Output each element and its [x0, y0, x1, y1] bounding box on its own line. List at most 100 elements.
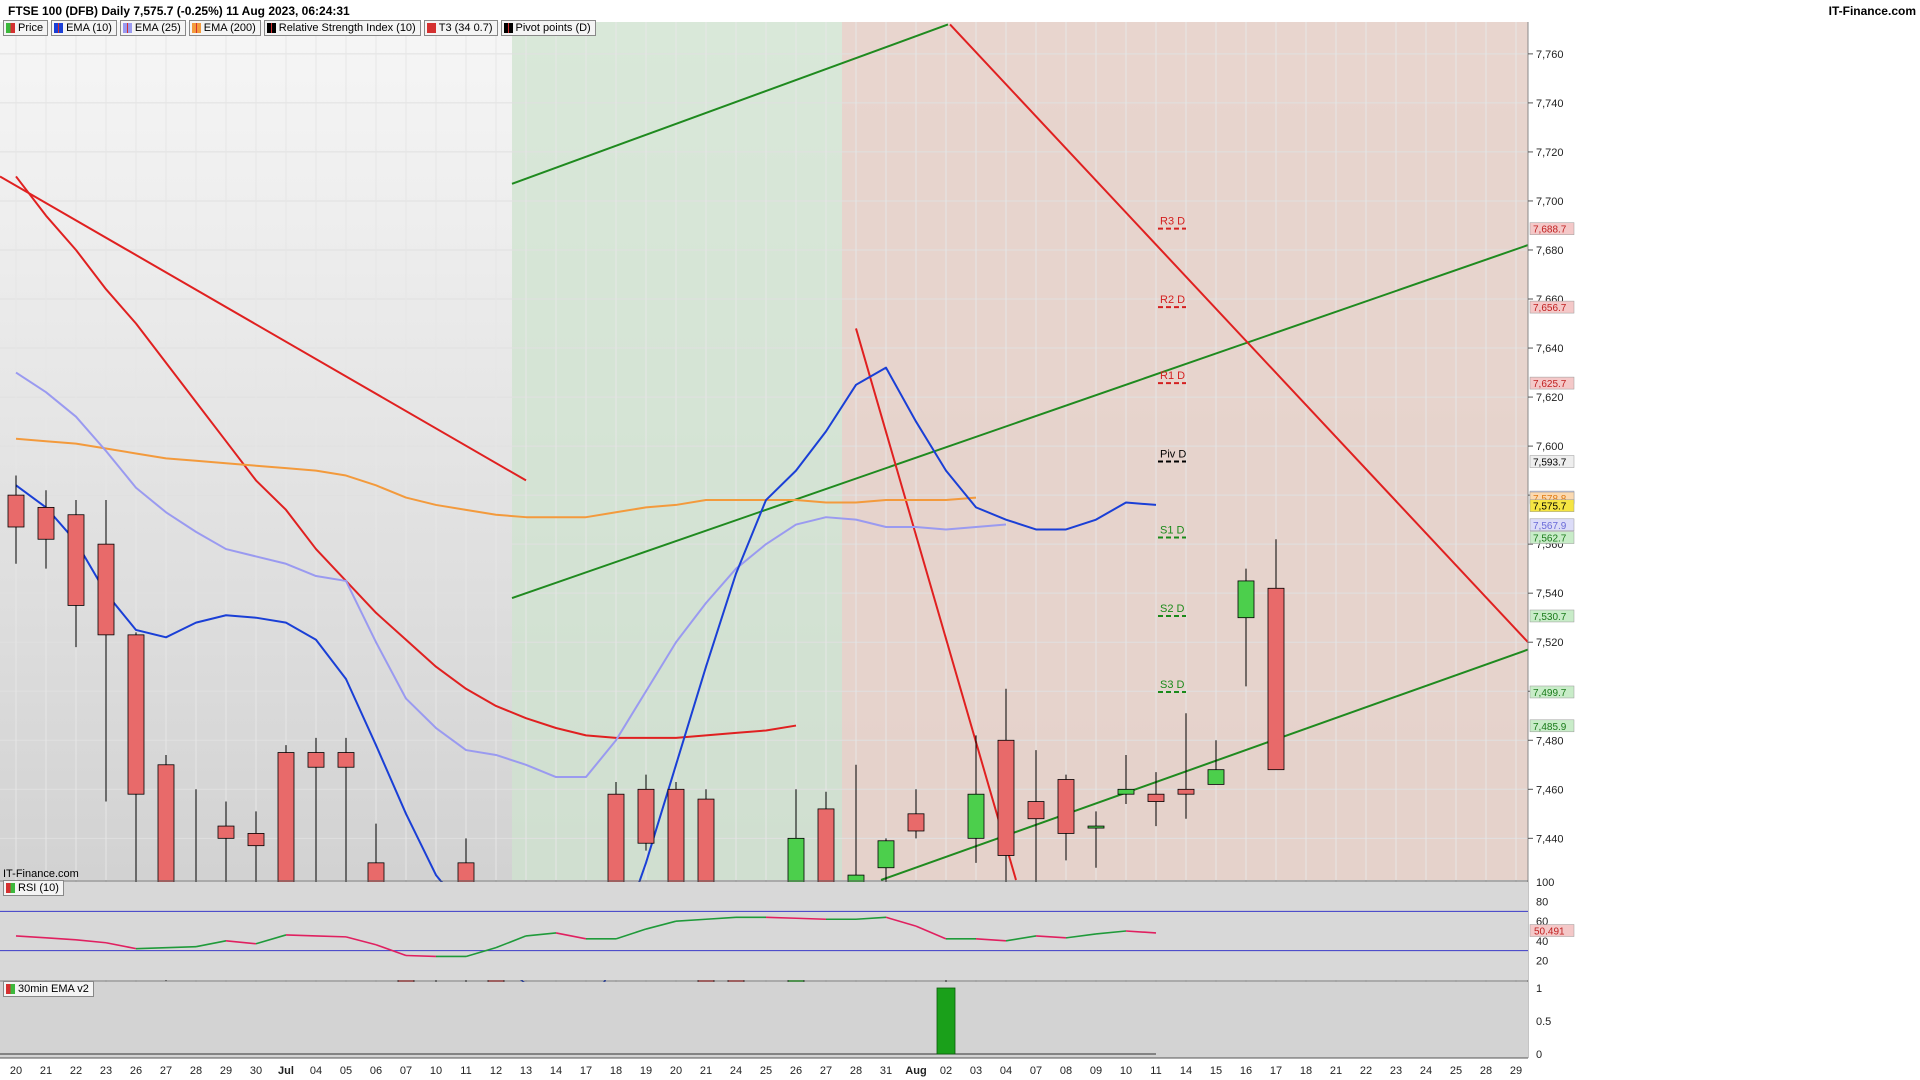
x-tick-label: 28 — [850, 1065, 862, 1077]
candle-down — [1057, 779, 1075, 834]
y-tick-label: 7,700 — [1536, 196, 1564, 208]
legend-label: T3 (34 0.7) — [438, 22, 493, 34]
x-tick-label: 25 — [760, 1065, 772, 1077]
pivot-label: R1 D — [1160, 370, 1185, 382]
x-tick-label: 11 — [1150, 1065, 1161, 1077]
x-tick-label: 17 — [580, 1065, 592, 1077]
price-tag-label: 7,593.7 — [1533, 458, 1567, 469]
x-tick-label: 23 — [1390, 1065, 1402, 1077]
x-tick-label: 12 — [490, 1065, 502, 1077]
legend-label: Relative Strength Index (10) — [278, 22, 416, 34]
y-tick-label: 7,460 — [1536, 784, 1564, 796]
price-tag-label: 7,625.7 — [1533, 379, 1567, 390]
rsi-value-label: 50.491 — [1534, 927, 1565, 938]
x-tick-label: 26 — [130, 1065, 142, 1077]
x-tick-label: 05 — [340, 1065, 352, 1077]
candle-up — [877, 840, 895, 869]
candle-down — [997, 739, 1015, 856]
x-tick-label: 20 — [670, 1065, 682, 1077]
legend-swatch-icon — [426, 23, 436, 33]
rsi-tick-label: 100 — [1536, 877, 1554, 889]
x-tick-label: 28 — [190, 1065, 202, 1077]
legend-item[interactable]: EMA (10) — [51, 20, 117, 36]
rsi-panel-label[interactable]: RSI (10) — [3, 880, 64, 896]
candle-down — [277, 752, 295, 903]
y-tick-label: 7,680 — [1536, 245, 1564, 257]
legend-label: Pivot points (D) — [515, 22, 591, 34]
candle-down — [907, 813, 925, 832]
rsi-segment — [135, 946, 167, 950]
legend-label: Price — [18, 22, 44, 34]
price-tag-label: 7,485.9 — [1533, 722, 1567, 733]
x-tick-label: 09 — [1090, 1065, 1102, 1077]
y-tick-label: 7,520 — [1536, 637, 1564, 649]
y-tick-label: 7,600 — [1536, 441, 1564, 453]
x-tick-label: 27 — [160, 1065, 172, 1077]
x-tick-label: 28 — [1480, 1065, 1492, 1077]
rsi-segment — [285, 934, 317, 937]
legend-item[interactable]: T3 (34 0.7) — [423, 20, 498, 36]
x-tick-label: 07 — [1030, 1065, 1042, 1077]
rsi-swatch-icon — [6, 883, 15, 893]
candle-down — [337, 752, 355, 768]
y-tick-label: 7,760 — [1536, 49, 1564, 61]
legend-item[interactable]: Price — [3, 20, 49, 36]
ema30-panel-label[interactable]: 30min EMA v2 — [3, 981, 94, 997]
candle-down — [37, 506, 55, 540]
rsi-segment — [795, 917, 827, 921]
legend-item[interactable]: EMA (25) — [119, 20, 186, 36]
price-tag-label: 7,562.7 — [1533, 534, 1567, 545]
candle-down — [307, 752, 325, 768]
candle-down — [127, 634, 145, 795]
pivot-label: S3 D — [1160, 679, 1185, 691]
pivot-label: S2 D — [1160, 603, 1185, 615]
price-chart[interactable]: R3 D R2 D R1 D Piv D S1 D S2 D S3 D 7,440 7,460 7… — [0, 22, 1920, 1080]
legend-item[interactable]: EMA (200) — [188, 20, 261, 36]
candle-up — [1087, 825, 1105, 829]
legend-swatch-icon — [54, 23, 64, 33]
right-axis-background — [1528, 22, 1920, 1058]
y-tick-label: 7,740 — [1536, 98, 1564, 110]
x-tick-label: 11 — [460, 1065, 471, 1077]
rsi-segment — [165, 945, 197, 949]
x-tick-label: 15 — [1210, 1065, 1222, 1077]
brand-link[interactable]: IT-Finance.com — [1829, 4, 1916, 18]
green-zone-left — [512, 22, 842, 880]
legend-item[interactable]: Relative Strength Index (10) — [263, 20, 421, 36]
x-tick-label: Aug — [905, 1065, 926, 1077]
pivot-label: R2 D — [1160, 294, 1185, 306]
legend-label: EMA (200) — [203, 22, 256, 34]
price-tag-label: 7,499.7 — [1533, 688, 1567, 699]
x-tick-label: 24 — [1420, 1065, 1432, 1077]
x-tick-label: 23 — [100, 1065, 112, 1077]
candle-up — [1117, 788, 1135, 795]
rsi-label: RSI (10) — [18, 882, 59, 894]
x-tick-label: 04 — [1000, 1065, 1012, 1077]
x-tick-label: 31 — [880, 1065, 892, 1077]
x-tick-label: 27 — [820, 1065, 832, 1077]
x-tick-label: 18 — [1300, 1065, 1312, 1077]
candle-down — [1177, 788, 1195, 795]
candle-down — [817, 808, 835, 883]
watermark: IT-Finance.com — [3, 868, 79, 880]
ema30-label: 30min EMA v2 — [18, 983, 89, 995]
y-tick-label: 7,480 — [1536, 735, 1564, 747]
chart-title: FTSE 100 (DFB) Daily 7,575.7 (-0.25%) 11… — [8, 4, 350, 18]
x-tick-label: 30 — [250, 1065, 262, 1077]
candle-up — [967, 793, 985, 839]
rsi-tick-label: 20 — [1536, 955, 1548, 967]
price-tag-label: 7,575.7 — [1533, 502, 1567, 513]
x-tick-label: 06 — [370, 1065, 382, 1077]
candle-down — [247, 833, 265, 847]
legend-item[interactable]: Pivot points (D) — [500, 20, 596, 36]
ema30-swatch-icon — [6, 984, 15, 994]
x-tick-label: 10 — [430, 1065, 442, 1077]
candle-down — [637, 788, 655, 844]
y-tick-label: 7,540 — [1536, 588, 1564, 600]
candle-down — [1027, 801, 1045, 820]
x-tick-label: 14 — [550, 1065, 562, 1077]
y-tick-label: 7,440 — [1536, 833, 1564, 845]
x-tick-label: 02 — [940, 1065, 952, 1077]
x-tick-label: 21 — [700, 1065, 712, 1077]
legend-swatch-icon — [266, 23, 276, 33]
